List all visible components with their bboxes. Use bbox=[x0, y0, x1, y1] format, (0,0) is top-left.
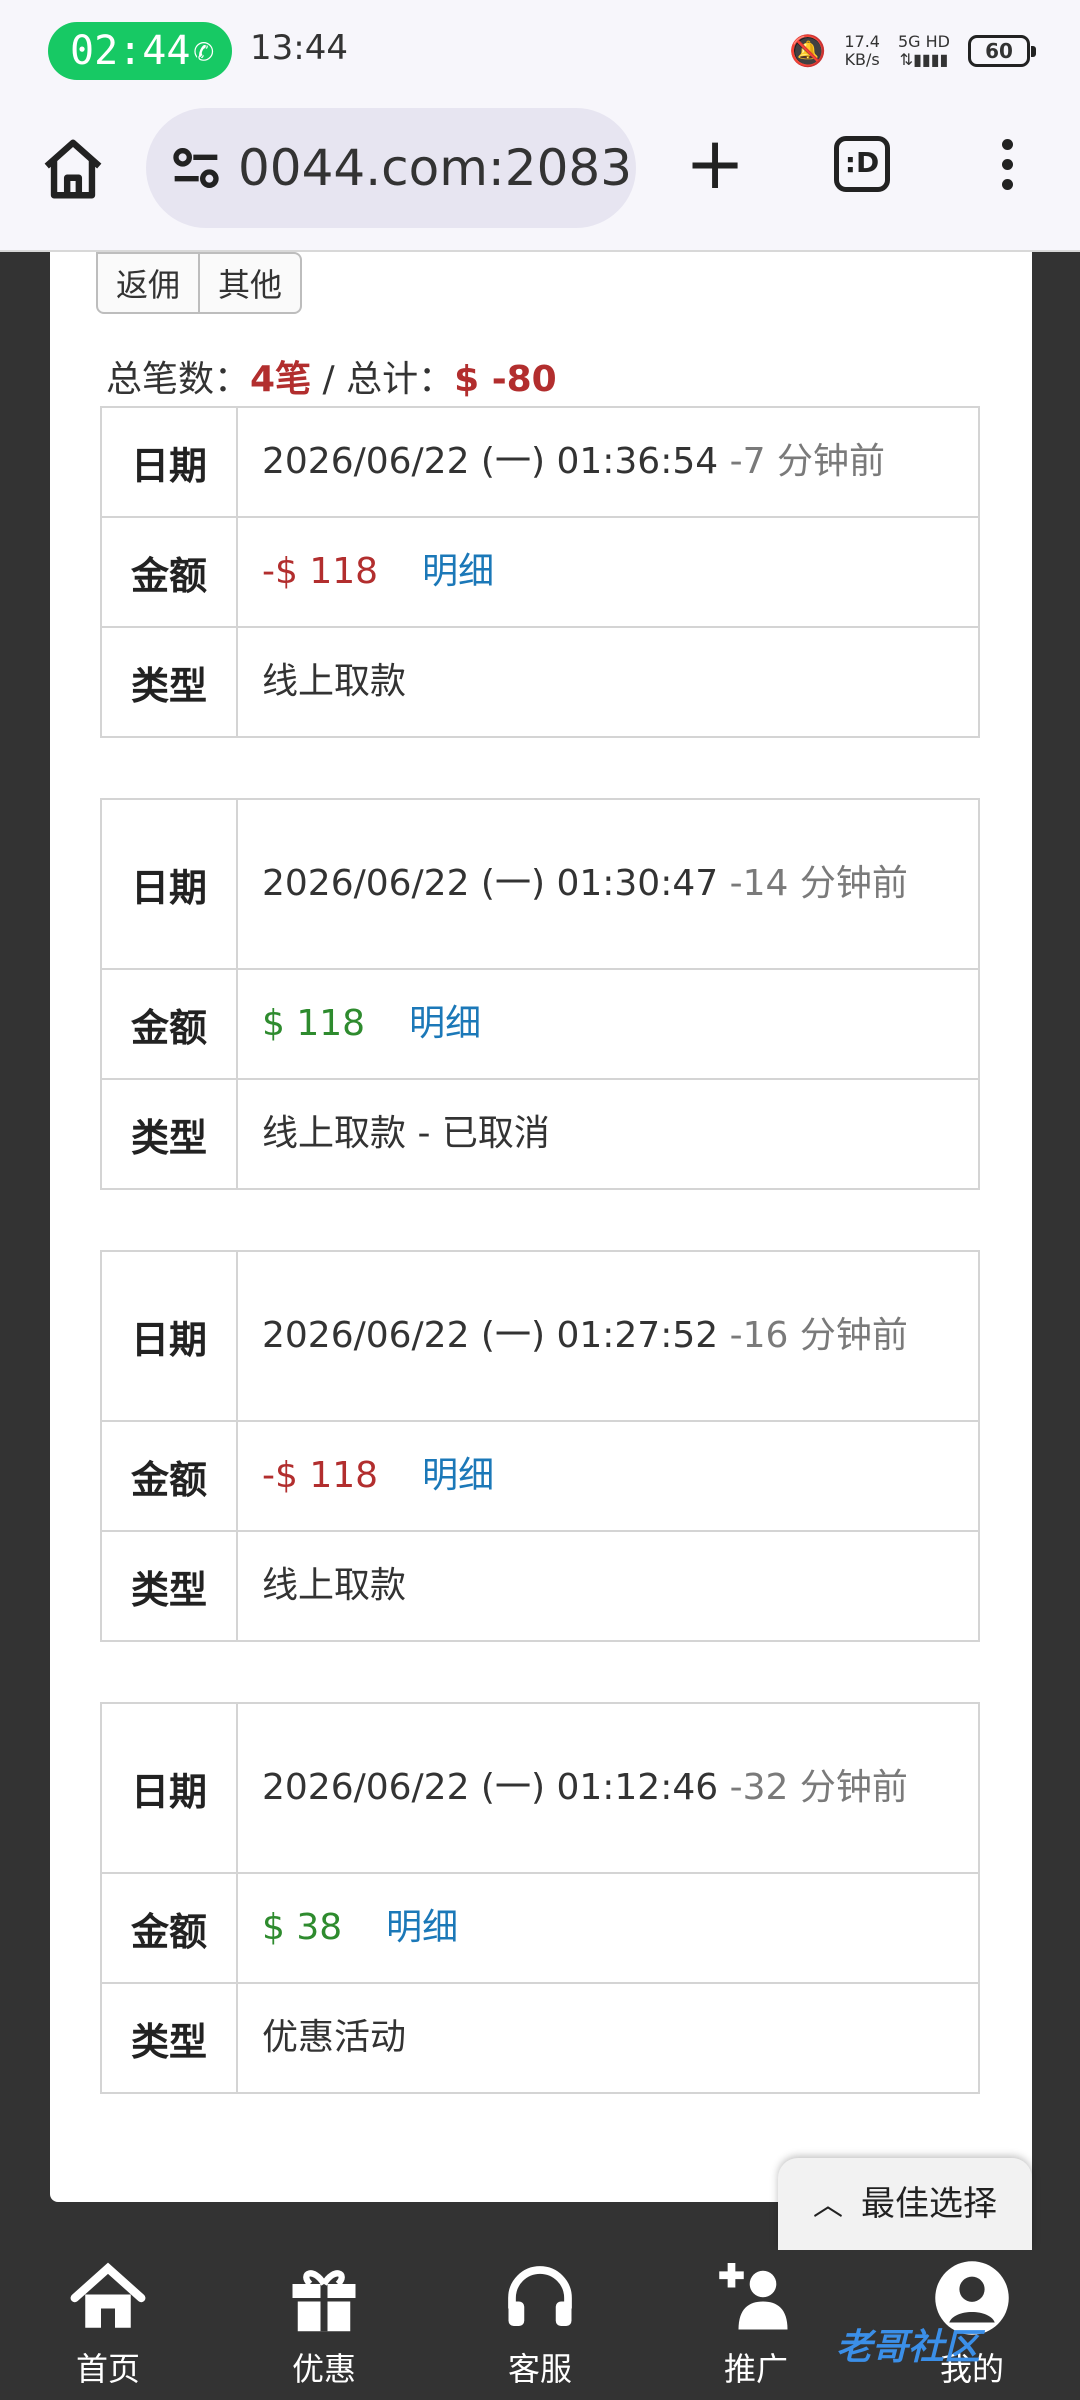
record-table: 日期 2026/06/22 (一) 01:36:54 -7 分钟前 金额 -$ … bbox=[100, 406, 980, 738]
best-choice-button[interactable]: ︿ 最佳选择 bbox=[778, 2158, 1032, 2250]
clock: 13:44 bbox=[250, 28, 348, 68]
ongoing-call-pill[interactable]: 02:44 ✆ bbox=[48, 22, 232, 80]
type-label: 类型 bbox=[100, 626, 238, 738]
record-amount: $ 38 明细 bbox=[236, 1872, 980, 1984]
record-date: 2026/06/22 (一) 01:30:47 -14 分钟前 bbox=[236, 798, 980, 970]
nav-support[interactable]: 客服 bbox=[432, 2250, 648, 2400]
record-count: 4笔 bbox=[250, 359, 312, 400]
home-icon[interactable] bbox=[38, 134, 108, 204]
headset-icon bbox=[508, 2266, 572, 2326]
site-settings-icon[interactable] bbox=[164, 136, 228, 200]
record-date: 2026/06/22 (一) 01:12:46 -32 分钟前 bbox=[236, 1702, 980, 1874]
chevron-up-icon: ︿ bbox=[813, 2188, 843, 2223]
record-type: 线上取款 - 已取消 bbox=[236, 1078, 980, 1190]
date-label: 日期 bbox=[100, 798, 238, 970]
nav-home[interactable]: 首页 bbox=[0, 2250, 216, 2400]
date-label: 日期 bbox=[100, 406, 238, 518]
record-total: $ -80 bbox=[454, 359, 557, 400]
detail-link[interactable]: 明细 bbox=[386, 1907, 458, 1948]
address-bar[interactable]: 0044.com:2083 bbox=[146, 108, 636, 228]
records-page: 返佣 其他 总笔数：4笔 / 总计：$ -80 日期 2026/06/22 (一… bbox=[50, 252, 1032, 2202]
filter-tabs: 返佣 其他 bbox=[96, 252, 303, 314]
record-type: 线上取款 bbox=[236, 626, 980, 738]
gift-icon bbox=[292, 2270, 356, 2332]
nav-referral[interactable]: 推广 bbox=[648, 2250, 864, 2400]
record-amount: -$ 118 明细 bbox=[236, 516, 980, 628]
tab-switcher-button[interactable]: :D bbox=[834, 136, 890, 192]
amount-label: 金额 bbox=[100, 968, 238, 1080]
watermark-logo: 老哥社区 bbox=[836, 2327, 981, 2368]
type-label: 类型 bbox=[100, 1530, 238, 1642]
detail-link[interactable]: 明细 bbox=[422, 551, 494, 592]
date-label: 日期 bbox=[100, 1702, 238, 1874]
amount-label: 金额 bbox=[100, 1872, 238, 1984]
battery-icon: 60 bbox=[968, 35, 1036, 67]
browser-toolbar: 0044.com:2083 + :D bbox=[0, 100, 1080, 252]
amount-label: 金额 bbox=[100, 1420, 238, 1532]
record-table: 日期 2026/06/22 (一) 01:12:46 -32 分钟前 金额 $ … bbox=[100, 1702, 980, 2094]
record-type: 优惠活动 bbox=[236, 1982, 980, 2094]
record-table: 日期 2026/06/22 (一) 01:30:47 -14 分钟前 金额 $ … bbox=[100, 798, 980, 1190]
filter-rebate-button[interactable]: 返佣 bbox=[96, 252, 201, 314]
record-date: 2026/06/22 (一) 01:27:52 -16 分钟前 bbox=[236, 1250, 980, 1422]
type-label: 类型 bbox=[100, 1982, 238, 2094]
amount-label: 金额 bbox=[100, 516, 238, 628]
home-icon bbox=[70, 2262, 146, 2328]
more-menu-icon[interactable] bbox=[992, 136, 1022, 196]
record-type: 线上取款 bbox=[236, 1530, 980, 1642]
new-tab-button[interactable]: + bbox=[680, 127, 750, 200]
status-icons: 🔕 17.4 KB/s 5G HD ⇅▮▮▮▮ 60 bbox=[789, 26, 1036, 76]
network-speed: 17.4 KB/s bbox=[844, 32, 880, 69]
record-date: 2026/06/22 (一) 01:36:54 -7 分钟前 bbox=[236, 406, 980, 518]
record-amount: $ 118 明细 bbox=[236, 968, 980, 1080]
nav-promotions[interactable]: 优惠 bbox=[216, 2250, 432, 2400]
detail-link[interactable]: 明细 bbox=[409, 1003, 481, 1044]
url-text: 0044.com:2083 bbox=[238, 139, 633, 197]
call-timer: 02:44 bbox=[70, 28, 191, 74]
filter-other-button[interactable]: 其他 bbox=[200, 252, 303, 314]
signal-icon: 5G HD ⇅▮▮▮▮ bbox=[897, 32, 950, 69]
date-label: 日期 bbox=[100, 1250, 238, 1422]
bell-muted-icon: 🔕 bbox=[789, 33, 827, 69]
record-amount: -$ 118 明细 bbox=[236, 1420, 980, 1532]
phone-icon: ✆ bbox=[193, 31, 214, 71]
records-summary: 总笔数：4笔 / 总计：$ -80 bbox=[106, 359, 557, 400]
detail-link[interactable]: 明细 bbox=[422, 1455, 494, 1496]
add-user-icon bbox=[719, 2263, 788, 2330]
status-bar: 02:44 ✆ 13:44 🔕 17.4 KB/s 5G HD ⇅▮▮▮▮ 60 bbox=[0, 0, 1080, 100]
record-table: 日期 2026/06/22 (一) 01:27:52 -16 分钟前 金额 -$… bbox=[100, 1250, 980, 1642]
type-label: 类型 bbox=[100, 1078, 238, 1190]
